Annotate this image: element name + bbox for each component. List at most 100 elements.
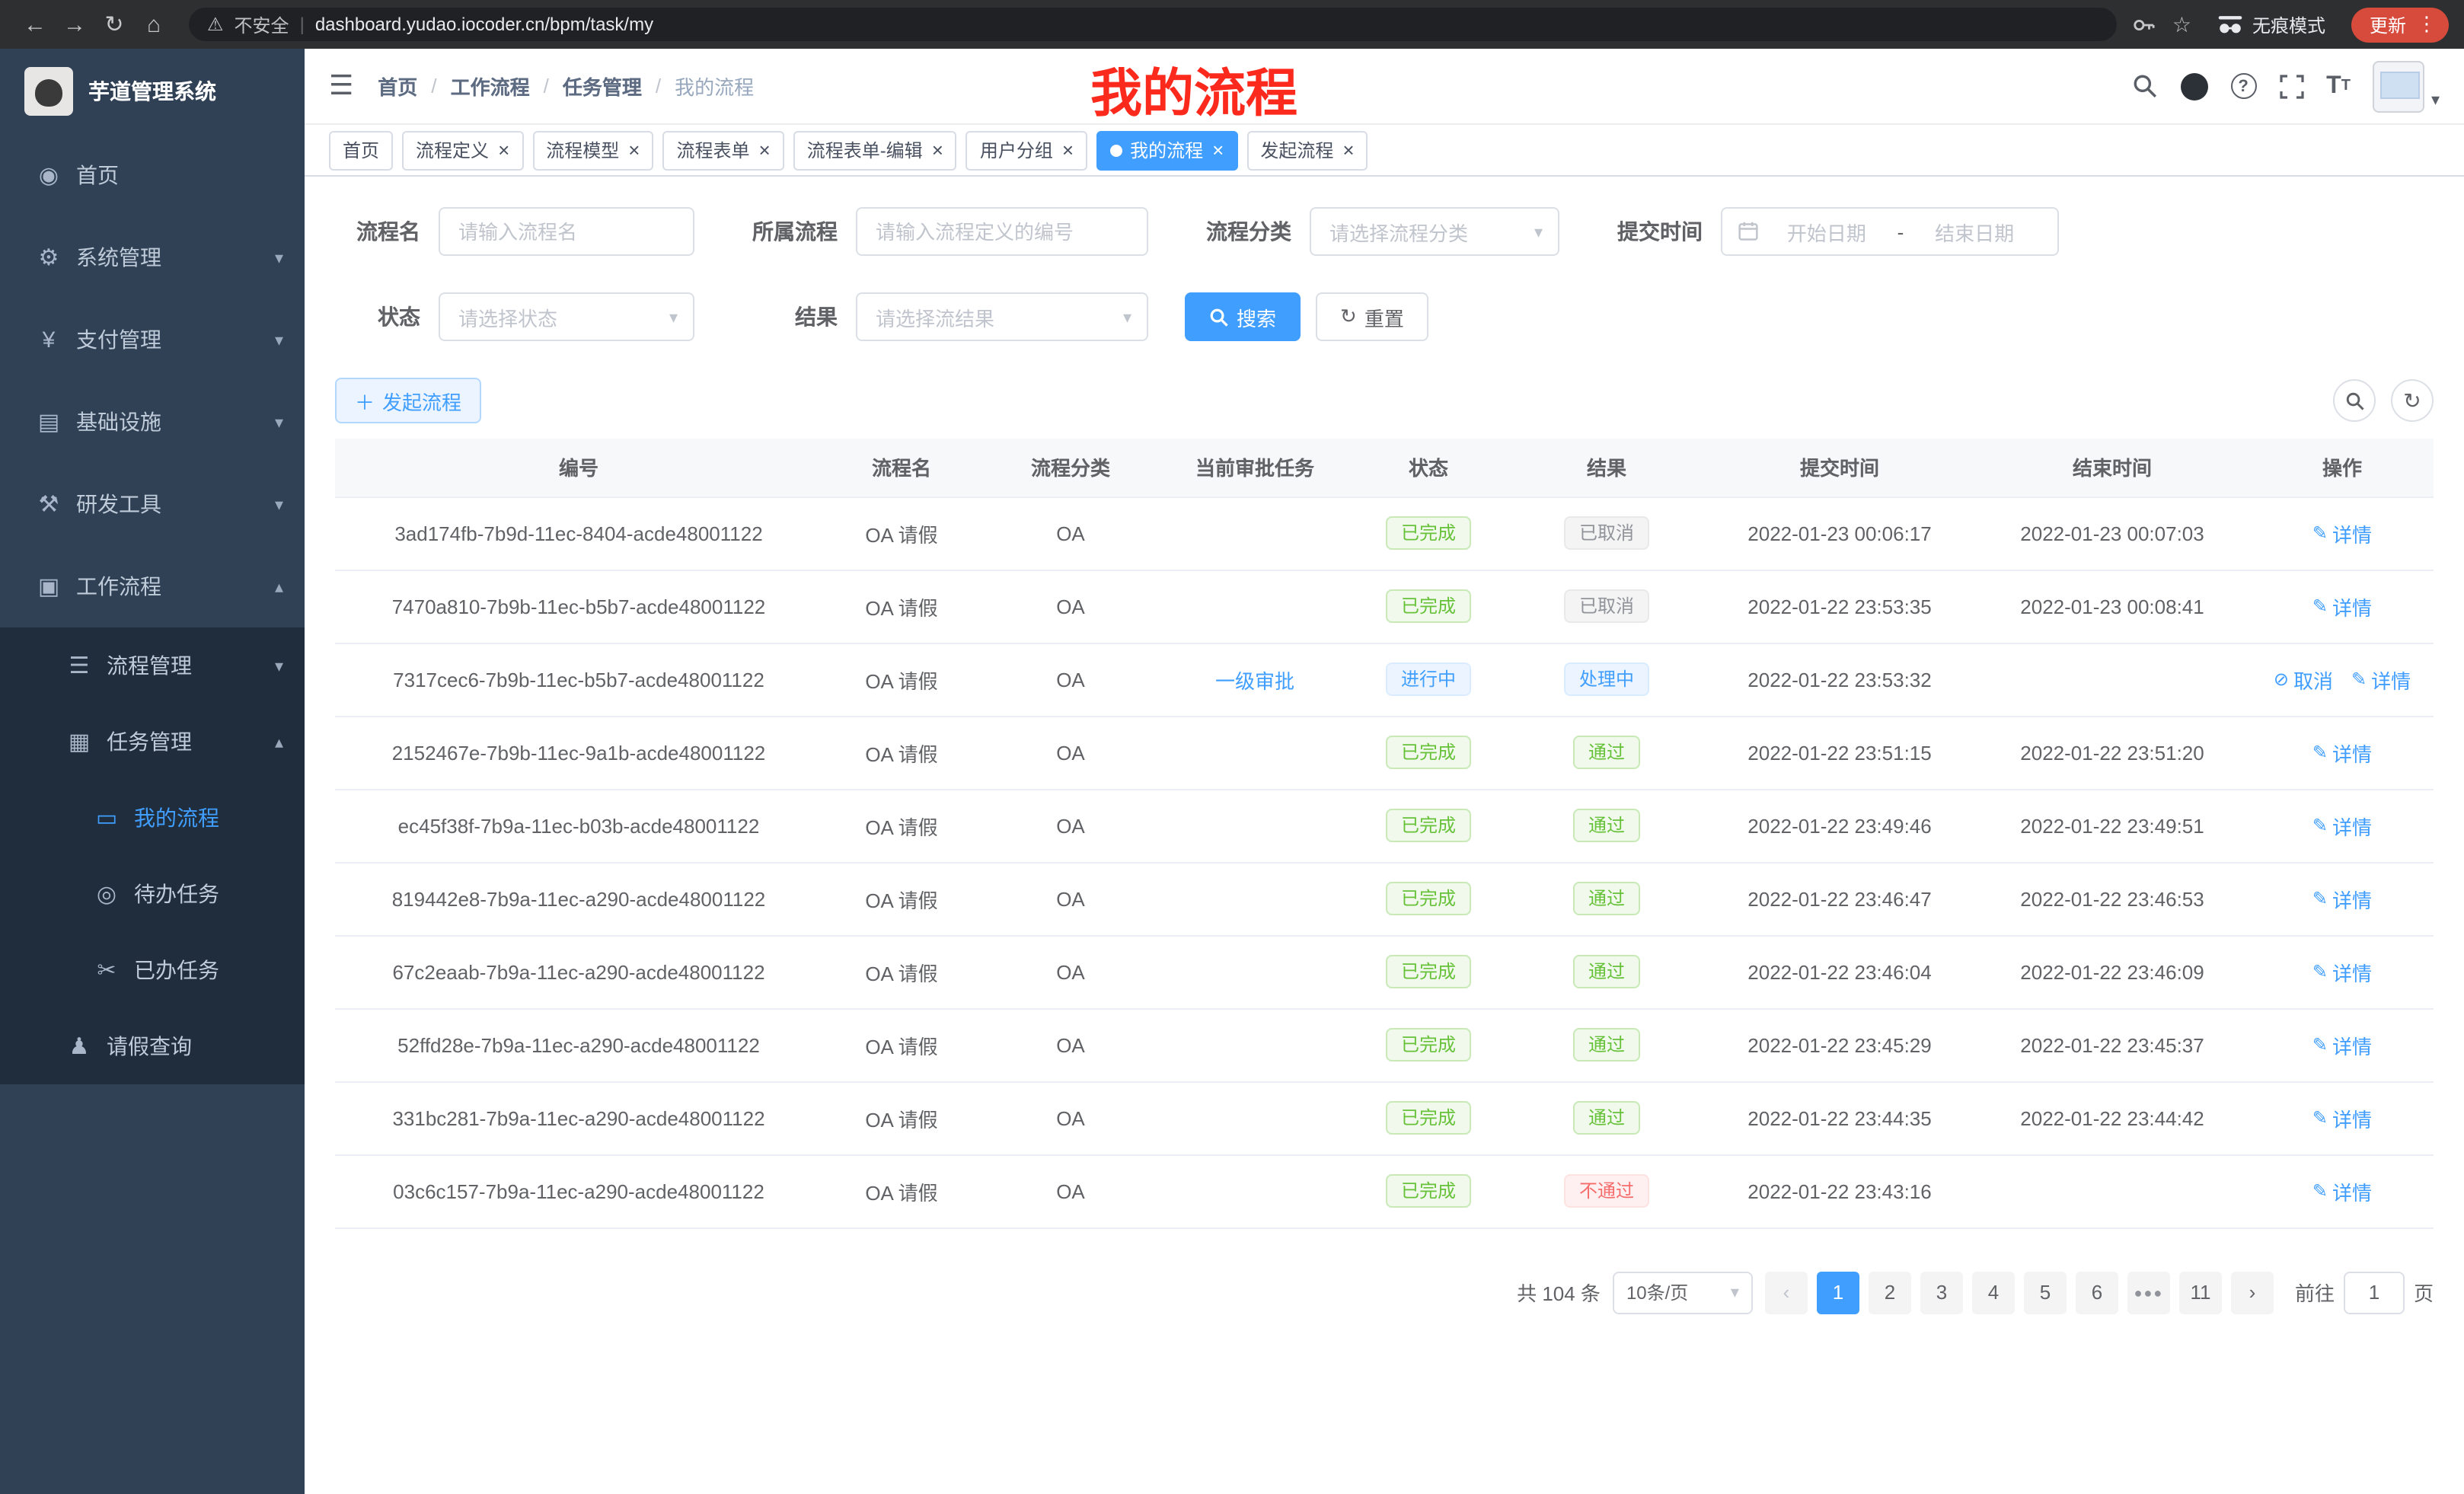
user-menu[interactable]: ▾ bbox=[2373, 60, 2440, 112]
font-size-icon[interactable]: TT bbox=[2326, 72, 2351, 100]
close-icon[interactable]: × bbox=[498, 139, 509, 161]
pagination: 共 104 条 10条/页 ▾ ‹123456●●●11› 前往 页 bbox=[335, 1271, 2434, 1314]
name-input[interactable] bbox=[439, 207, 694, 256]
detail-button[interactable]: ✎详情 bbox=[2312, 884, 2372, 913]
page-button-1[interactable]: 1 bbox=[1817, 1271, 1859, 1314]
sidebar-item-label: 支付管理 bbox=[76, 324, 275, 355]
menu-dots-icon[interactable]: ⋮ bbox=[2417, 12, 2437, 37]
result-badge: 通过 bbox=[1573, 1101, 1640, 1135]
omnibox-divider: | bbox=[300, 14, 305, 35]
sidebar-item-infrastructure[interactable]: ▤基础设施▾ bbox=[0, 381, 305, 463]
close-icon[interactable]: × bbox=[1342, 139, 1354, 161]
tab-home[interactable]: 首页 bbox=[329, 130, 393, 170]
close-icon[interactable]: × bbox=[932, 139, 943, 161]
close-icon[interactable]: × bbox=[1212, 139, 1224, 161]
sidebar-item-leave-query[interactable]: ♟请假查询 bbox=[0, 1008, 305, 1084]
result-badge: 通过 bbox=[1573, 809, 1640, 842]
detail-button[interactable]: ✎详情 bbox=[2312, 811, 2372, 840]
sidebar-item-workflow[interactable]: ▣工作流程▴ bbox=[0, 545, 305, 627]
more-pages-button[interactable]: ●●● bbox=[2127, 1271, 2170, 1314]
goto-page-input[interactable] bbox=[2344, 1271, 2405, 1314]
detail-button[interactable]: ✎详情 bbox=[2312, 1103, 2372, 1132]
sidebar-item-label: 系统管理 bbox=[76, 242, 275, 273]
close-icon[interactable]: × bbox=[1062, 139, 1074, 161]
sidebar-item-todo-tasks[interactable]: ◎待办任务 bbox=[0, 856, 305, 932]
cancel-button[interactable]: ⊘取消 bbox=[2274, 665, 2333, 694]
page-button-2[interactable]: 2 bbox=[1869, 1271, 1911, 1314]
app-logo-row[interactable]: 芋道管理系统 bbox=[0, 49, 305, 134]
tab-process-definition[interactable]: 流程定义× bbox=[402, 130, 523, 170]
cell-status: 已完成 bbox=[1349, 789, 1508, 862]
breadcrumb-item[interactable]: 首页 bbox=[378, 72, 417, 101]
search-icon[interactable] bbox=[2131, 73, 2157, 99]
page-size-select[interactable]: 10条/页 ▾ bbox=[1613, 1271, 1753, 1314]
tab-process-model[interactable]: 流程模型× bbox=[532, 130, 653, 170]
cell-name: OA 请假 bbox=[822, 716, 981, 789]
cell-submit-time: 2022-01-22 23:53:32 bbox=[1706, 643, 1974, 716]
page-button-3[interactable]: 3 bbox=[1920, 1271, 1963, 1314]
page-button-4[interactable]: 4 bbox=[1972, 1271, 2015, 1314]
cell-status: 已完成 bbox=[1349, 935, 1508, 1008]
fullscreen-icon[interactable] bbox=[2279, 74, 2303, 98]
refresh-table-icon[interactable]: ↻ bbox=[2391, 379, 2434, 422]
sidebar-item-process-mgmt[interactable]: ☰流程管理▾ bbox=[0, 627, 305, 704]
reload-icon[interactable]: ↻ bbox=[94, 11, 134, 38]
close-icon[interactable]: × bbox=[759, 139, 771, 161]
back-icon[interactable]: ← bbox=[15, 11, 55, 37]
tab-process-form-edit[interactable]: 流程表单-编辑× bbox=[793, 130, 957, 170]
process-input[interactable] bbox=[856, 207, 1148, 256]
tab-process-form[interactable]: 流程表单× bbox=[662, 130, 784, 170]
close-icon[interactable]: × bbox=[628, 139, 640, 161]
page-button-6[interactable]: 6 bbox=[2076, 1271, 2118, 1314]
sidebar-item-dev-tools[interactable]: ⚒研发工具▾ bbox=[0, 463, 305, 545]
home-icon[interactable]: ⌂ bbox=[134, 11, 174, 37]
tab-my-process[interactable]: 我的流程× bbox=[1096, 130, 1237, 170]
tab-start-process[interactable]: 发起流程× bbox=[1246, 130, 1368, 170]
detail-button[interactable]: ✎详情 bbox=[2312, 738, 2372, 767]
detail-button[interactable]: ✎详情 bbox=[2312, 1030, 2372, 1059]
breadcrumb-item[interactable]: 工作流程 bbox=[451, 72, 530, 101]
next-page-button[interactable]: › bbox=[2231, 1271, 2274, 1314]
update-button[interactable]: 更新 ⋮ bbox=[2351, 7, 2449, 42]
bookmark-star-icon[interactable]: ☆ bbox=[2172, 11, 2191, 37]
category-select[interactable]: 请选择流程分类 ▾ bbox=[1310, 207, 1559, 256]
forward-icon[interactable]: → bbox=[55, 11, 94, 37]
sidebar-item-payment[interactable]: ¥支付管理▾ bbox=[0, 298, 305, 381]
end-date-placeholder: 结束日期 bbox=[1907, 217, 2042, 246]
search-button[interactable]: 搜索 bbox=[1185, 292, 1301, 341]
goto-label: 前往 bbox=[2295, 1278, 2335, 1307]
detail-button[interactable]: ✎详情 bbox=[2312, 957, 2372, 986]
column-header: 流程分类 bbox=[981, 439, 1160, 496]
column-header: 提交时间 bbox=[1706, 439, 1974, 496]
help-icon[interactable]: ? bbox=[2230, 73, 2256, 99]
detail-button[interactable]: ✎详情 bbox=[2312, 519, 2372, 547]
cell-actions: ✎详情 bbox=[2251, 570, 2434, 643]
task-link[interactable]: 一级审批 bbox=[1215, 669, 1294, 692]
breadcrumb-item[interactable]: 任务管理 bbox=[563, 72, 642, 101]
sidebar-menu: ◉首页⚙系统管理▾¥支付管理▾▤基础设施▾⚒研发工具▾▣工作流程▴☰流程管理▾▦… bbox=[0, 134, 305, 1084]
detail-button[interactable]: ✎详情 bbox=[2312, 1176, 2372, 1205]
hamburger-icon[interactable]: ☰ bbox=[329, 70, 353, 102]
sidebar-item-my-process[interactable]: ▭我的流程 bbox=[0, 780, 305, 856]
toggle-search-icon[interactable] bbox=[2333, 379, 2376, 422]
sidebar-item-home[interactable]: ◉首页 bbox=[0, 134, 305, 216]
sidebar-item-task-mgmt[interactable]: ▦任务管理▴ bbox=[0, 704, 305, 780]
cell-category: OA bbox=[981, 1154, 1160, 1227]
sidebar-item-system[interactable]: ⚙系统管理▾ bbox=[0, 216, 305, 298]
address-bar[interactable]: ⚠ 不安全 | dashboard.yudao.iocoder.cn/bpm/t… bbox=[189, 8, 2118, 41]
filter-status: 状态 请选择状态 ▾ bbox=[335, 292, 694, 341]
sidebar-item-done-tasks[interactable]: ✂已办任务 bbox=[0, 932, 305, 1008]
result-select[interactable]: 请选择流结果 ▾ bbox=[856, 292, 1148, 341]
reset-button[interactable]: ↻ 重置 bbox=[1316, 292, 1428, 341]
detail-button[interactable]: ✎详情 bbox=[2312, 592, 2372, 621]
github-icon[interactable] bbox=[2180, 72, 2207, 100]
tab-user-group[interactable]: 用户分组× bbox=[966, 130, 1087, 170]
password-key-icon[interactable] bbox=[2133, 13, 2156, 36]
status-select[interactable]: 请选择状态 ▾ bbox=[439, 292, 694, 341]
prev-page-button[interactable]: ‹ bbox=[1765, 1271, 1808, 1314]
page-button-11[interactable]: 11 bbox=[2179, 1271, 2222, 1314]
create-process-button[interactable]: ＋ 发起流程 bbox=[335, 378, 481, 423]
page-button-5[interactable]: 5 bbox=[2024, 1271, 2067, 1314]
detail-button[interactable]: ✎详情 bbox=[2351, 665, 2411, 694]
submit-time-range-picker[interactable]: 开始日期 - 结束日期 bbox=[1721, 207, 2059, 256]
